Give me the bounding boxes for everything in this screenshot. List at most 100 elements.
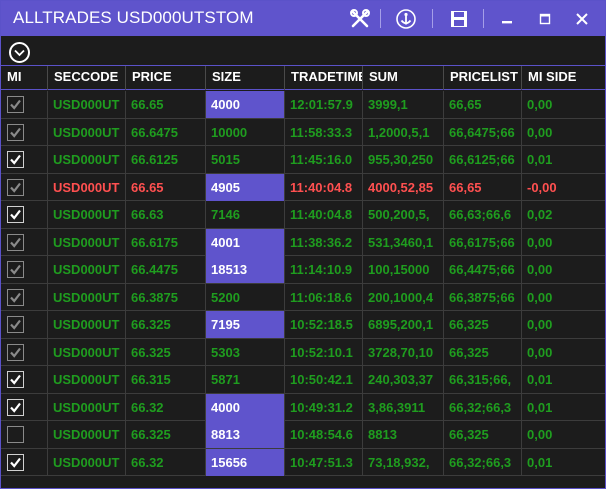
cell-price: 66.325 [126,421,206,448]
cell-pricelist: 66,325 [444,338,522,366]
column-header-tradetime[interactable]: TRADETIME [285,66,363,90]
table-row[interactable]: USD000UT 66.315 5871 10:50:42.1 240,303,37 66… [1,366,605,394]
row-checkbox[interactable] [7,453,24,471]
cell-price: 66.325 [126,311,206,338]
table-row[interactable]: USD000UT 66.65 4000 12:01:57.9 3999,1 66,65 0,… [1,91,605,119]
check-icon [10,237,21,248]
cell-tradetime: 10:52:18.5 [285,311,363,338]
table-row[interactable]: USD000UT 66.325 5303 10:52:10.1 3728,70,10 66… [1,338,605,366]
row-checkbox[interactable] [7,316,24,333]
cell-pricelist: 66,4475;66 [444,256,522,283]
table-row[interactable]: USD000UT 66.32 15656 10:47:51.3 73,18,932, 66… [1,448,605,476]
table-row[interactable]: USD000UT 66.6475 10000 11:58:33.3 1,2000,5,1… [1,118,605,146]
cell-sum: 6895,200,1 [363,311,444,338]
cell-tradetime: 11:40:04.8 [285,201,363,228]
cell-price: 66.6175 [126,228,206,256]
check-icon [10,374,21,385]
row-checkbox[interactable] [7,233,24,251]
cell-mi-side: 0,02 [527,207,553,222]
column-header-seccode[interactable]: SECCODE [48,66,126,90]
cell-mi-side: 0,01 [527,372,553,387]
column-header-pricelist[interactable]: PRICELIST [444,66,522,90]
row-checkbox[interactable] [7,151,24,168]
row-checkbox[interactable] [7,426,24,443]
cell-mi [1,338,48,366]
cell-mi [1,173,48,201]
save-icon[interactable] [445,5,473,32]
cell-sum: 100,15000 [363,256,444,283]
cell-seccode: USD000UT [48,91,126,118]
cell-pricelist: 66,3875;66 [444,283,522,311]
table-row[interactable]: USD000UT 66.63 7146 11:40:04.8 500,200,5, 66,… [1,201,605,229]
column-header-mi-side[interactable]: MI SIDE [522,66,605,90]
table-row[interactable]: USD000UT 66.32 4000 10:49:31.2 3,86,3911 66,3… [1,393,605,421]
column-header-sum[interactable]: SUM [363,66,444,90]
cell-size: 18513 [206,256,285,283]
check-icon [10,457,21,468]
cell-sum: 500,200,5, [363,201,444,228]
table-row[interactable]: USD000UT 66.4475 18513 11:14:10.9 100,15000 6… [1,256,605,284]
row-checkbox[interactable] [7,288,24,306]
cell-tradetime: 11:58:33.3 [285,118,363,146]
cell-size: 7195 [206,311,285,338]
row-checkbox[interactable] [7,261,24,278]
row-checkbox[interactable] [7,371,24,388]
maximize-icon[interactable] [531,5,559,32]
table-row[interactable]: USD000UT 66.325 8813 10:48:54.6 8813 66,325 0,… [1,421,605,449]
table-row[interactable]: USD000UT 66.6125 5015 11:45:16.0 955,30,250 6… [1,146,605,174]
table-row[interactable]: USD000UT 66.65 4905 11:40:04.8 4000,52,85 66,… [1,173,605,201]
column-header-mi[interactable]: MI [1,66,48,90]
cell-mi-side: 0,00 [527,344,553,360]
table-row[interactable]: USD000UT 66.6175 4001 11:38:36.2 531,3460,1 6… [1,228,605,256]
row-checkbox[interactable] [7,343,24,361]
cell-mi-side: 0,01 [527,399,553,415]
cell-pricelist: 66,325 [444,421,522,448]
cell-pricelist: 66,6175;66 [444,228,522,256]
cell-seccode: USD000UT [48,118,126,146]
minimize-icon[interactable] [493,5,521,32]
cell-seccode: USD000UT [48,338,126,366]
row-checkbox[interactable] [7,398,24,416]
cell-mi [1,201,48,228]
cell-sum: 955,30,250 [363,146,444,173]
table-row[interactable]: USD000UT 66.3875 5200 11:06:18.6 200,1000,4 6… [1,283,605,311]
check-icon [10,99,21,110]
check-icon [10,264,21,275]
cell-size: 4000 [206,91,285,118]
cell-price: 66.4475 [126,256,206,283]
cell-mi [1,228,48,256]
cell-tradetime: 10:52:10.1 [285,338,363,366]
row-checkbox[interactable] [7,123,24,141]
cell-price: 66.6475 [126,118,206,146]
column-header-size[interactable]: SIZE [206,66,285,90]
cell-sum: 73,18,932, [363,448,444,476]
cell-mi-side: 0,00 [527,317,553,332]
cell-tradetime: 10:49:31.2 [285,393,363,421]
row-checkbox[interactable] [7,206,24,223]
cell-size: 4000 [206,393,285,421]
check-icon [10,154,21,165]
column-header-price[interactable]: PRICE [126,66,206,90]
cell-seccode: USD000UT [48,283,126,311]
cell-mi [1,283,48,311]
cell-mi-side: 0,01 [527,454,553,470]
cell-tradetime: 10:48:54.6 [285,421,363,448]
cell-sum: 3,86,3911 [363,393,444,421]
cell-tradetime: 11:06:18.6 [285,283,363,311]
chevron-down-circle-icon[interactable] [9,42,30,63]
title-bar[interactable]: ALLTRADES USD000UTSTOM [1,1,605,36]
close-icon[interactable] [568,5,596,32]
check-icon [10,127,21,138]
cell-size: 5015 [206,146,285,173]
row-checkbox[interactable] [7,178,24,196]
cell-pricelist: 66,65 [444,173,522,201]
anchor-icon[interactable] [392,5,420,32]
cell-seccode: USD000UT [48,173,126,201]
row-checkbox[interactable] [7,96,24,113]
check-icon [10,209,21,220]
check-icon [10,292,21,303]
cell-size: 15656 [206,448,285,476]
cell-sum: 531,3460,1 [363,228,444,256]
tools-icon[interactable] [346,5,374,32]
table-row[interactable]: USD000UT 66.325 7195 10:52:18.5 6895,200,1 66… [1,311,605,339]
